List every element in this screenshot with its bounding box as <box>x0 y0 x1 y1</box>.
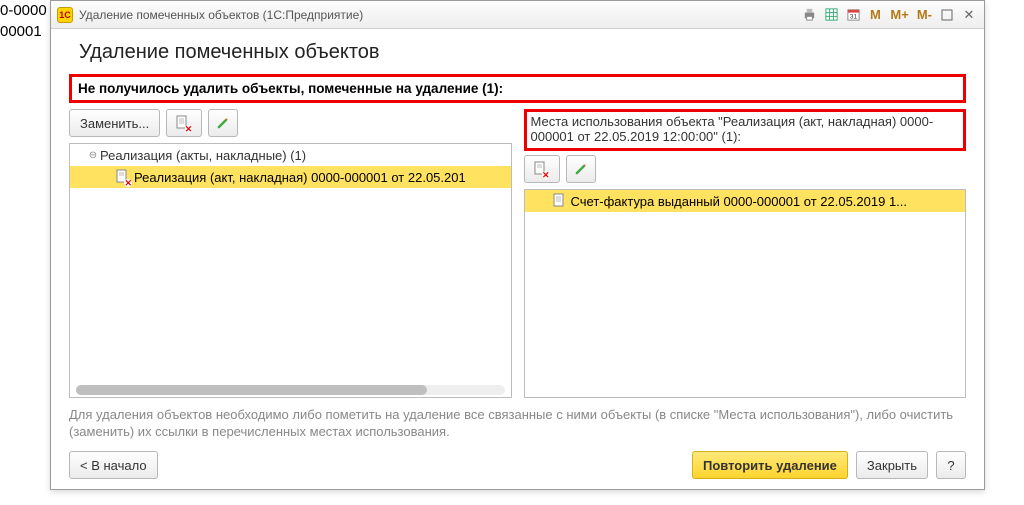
pencil-icon <box>574 162 588 176</box>
titlebar: 1С Удаление помеченных объектов (1С:Пред… <box>51 1 984 29</box>
back-button[interactable]: < В начало <box>69 451 158 479</box>
minimize-icon[interactable] <box>938 6 956 24</box>
usage-label: Места использования объекта "Реализация … <box>524 109 967 151</box>
tree-group-row[interactable]: ⊖ Реализация (акты, накладные) (1) <box>70 144 511 166</box>
calc-mplus-icon[interactable]: M+ <box>888 6 910 24</box>
help-button[interactable]: ? <box>936 451 966 479</box>
edit-button-right[interactable] <box>566 155 596 183</box>
usage-item-label: Счет-фактура выданный 0000-000001 от 22.… <box>571 194 908 209</box>
print-icon[interactable] <box>800 6 818 24</box>
tree-group-label: Реализация (акты, накладные) (1) <box>100 148 306 163</box>
grid-icon[interactable] <box>822 6 840 24</box>
tree-item-row[interactable]: Реализация (акт, накладная) 0000-000001 … <box>70 166 511 188</box>
usage-item-row[interactable]: Счет-фактура выданный 0000-000001 от 22.… <box>525 190 966 212</box>
calendar-icon[interactable]: 31 <box>844 6 862 24</box>
calc-mminus-icon[interactable]: M- <box>915 6 934 24</box>
right-listbox[interactable]: Счет-фактура выданный 0000-000001 от 22.… <box>524 189 967 398</box>
replace-button-label: Заменить... <box>80 116 149 131</box>
right-toolbar <box>524 155 967 183</box>
close-button[interactable]: Закрыть <box>856 451 928 479</box>
left-toolbar: Заменить... <box>69 109 512 137</box>
pencil-icon <box>216 116 230 130</box>
content-area: Удаление помеченных объектов Не получило… <box>51 29 984 489</box>
hint-text: Для удаления объектов необходимо либо по… <box>69 406 966 441</box>
right-pane: Места использования объекта "Реализация … <box>524 109 967 398</box>
window-title: Удаление помеченных объектов (1С:Предпри… <box>79 8 800 22</box>
svg-text:31: 31 <box>850 13 858 20</box>
tree-item-label: Реализация (акт, накладная) 0000-000001 … <box>134 170 466 185</box>
calc-m-icon[interactable]: M <box>866 6 884 24</box>
titlebar-buttons: 31 M M+ M- ✕ <box>800 6 978 24</box>
doc-delete-icon <box>532 161 548 177</box>
app-logo-icon: 1С <box>57 7 73 23</box>
mark-delete-button[interactable] <box>524 155 560 183</box>
retry-delete-button[interactable]: Повторить удаление <box>692 451 848 479</box>
dialog-window: 1С Удаление помеченных объектов (1С:Пред… <box>50 0 985 490</box>
left-pane: Заменить... ⊖ Реализация (акты, накладны… <box>69 109 512 398</box>
replace-button[interactable]: Заменить... <box>69 109 160 137</box>
page-heading: Удаление помеченных объектов <box>69 41 966 64</box>
footer: < В начало Повторить удаление Закрыть ? <box>69 451 966 479</box>
left-listbox[interactable]: ⊖ Реализация (акты, накладные) (1) Реали… <box>69 143 512 398</box>
doc-delete-icon <box>174 115 190 131</box>
doc-icon <box>551 193 567 209</box>
error-message: Не получилось удалить объекты, помеченны… <box>69 74 966 103</box>
close-icon[interactable]: ✕ <box>960 6 978 24</box>
doc-marked-icon <box>114 169 130 185</box>
collapse-icon[interactable]: ⊖ <box>86 150 100 161</box>
delete-marked-button[interactable] <box>166 109 202 137</box>
h-scrollbar[interactable] <box>76 385 505 395</box>
h-scrollbar-thumb[interactable] <box>76 385 427 395</box>
edit-button[interactable] <box>208 109 238 137</box>
background-text: 0-0000 00001 <box>0 0 47 42</box>
